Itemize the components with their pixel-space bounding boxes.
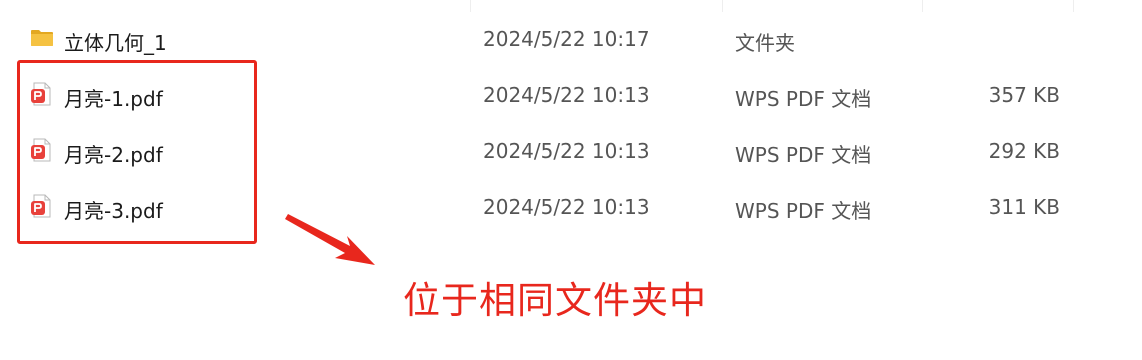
file-date-modified: 2024/5/22 10:13	[483, 195, 650, 219]
file-type: WPS PDF 文档	[735, 143, 872, 167]
file-row-folder[interactable]: 立体几何_1 2024/5/22 10:17 文件夹	[0, 18, 1142, 58]
column-divider[interactable]	[1073, 0, 1074, 12]
column-divider[interactable]	[470, 0, 471, 12]
annotation-text: 位于相同文件夹中	[403, 279, 707, 322]
folder-icon	[30, 26, 54, 50]
file-size: 311 KB	[988, 195, 1060, 219]
column-divider[interactable]	[922, 0, 923, 12]
highlight-box	[17, 60, 257, 244]
file-type: WPS PDF 文档	[735, 87, 872, 111]
file-size: 357 KB	[988, 83, 1060, 107]
file-date-modified: 2024/5/22 10:17	[483, 27, 650, 51]
file-name: 立体几何_1	[64, 31, 167, 55]
annotation-arrow	[285, 214, 375, 265]
file-type: WPS PDF 文档	[735, 199, 872, 223]
file-type: 文件夹	[735, 31, 795, 55]
file-explorer-view: 立体几何_1 2024/5/22 10:17 文件夹 月亮-1.pdf 2024…	[0, 0, 1142, 360]
file-date-modified: 2024/5/22 10:13	[483, 83, 650, 107]
file-size: 292 KB	[988, 139, 1060, 163]
column-divider[interactable]	[722, 0, 723, 12]
file-date-modified: 2024/5/22 10:13	[483, 139, 650, 163]
